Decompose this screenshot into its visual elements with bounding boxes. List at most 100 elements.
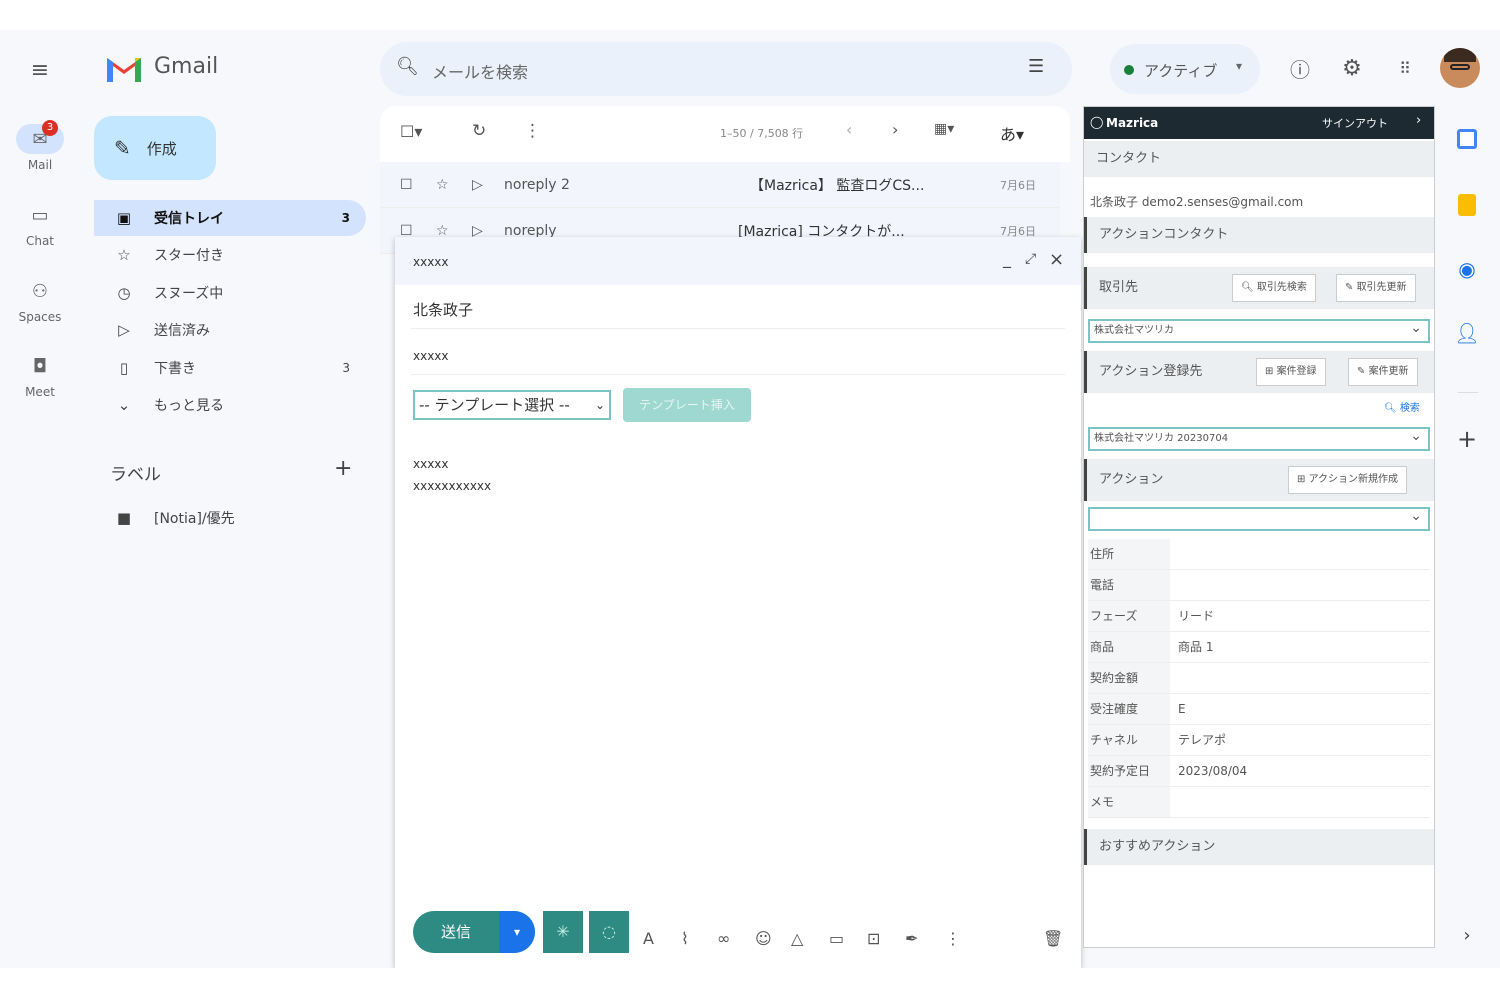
mazrica-logo-icon: ◯ [1090,115,1104,129]
signature-icon[interactable]: ✒ [905,929,918,948]
attach-icon[interactable]: ⌇ [681,929,689,948]
rail-meet[interactable]: ◘ Meet [0,351,80,400]
trash-icon[interactable]: 🗑︎ [1043,929,1063,948]
nav-sent[interactable]: ▷ 送信済み [94,312,366,348]
field-label: 住所 [1088,539,1170,569]
avatar[interactable] [1440,48,1480,88]
split-pane-icon[interactable]: ▦▾ [934,121,954,137]
nav-inbox[interactable]: ▣ 受信トレイ 3 [94,200,366,236]
compose-button[interactable]: ✎ 作成 [94,116,216,180]
image-icon[interactable]: ▭ [829,929,844,948]
next-page-icon[interactable]: › [892,120,898,139]
menu-icon[interactable]: ≡ [24,54,56,86]
deal-update-button[interactable]: ✎ 案件更新 [1348,358,1418,386]
rail-chat[interactable]: ▭ Chat [0,200,80,249]
field-row[interactable]: 契約金額 [1088,663,1430,694]
mazrica-icon[interactable]: ✳ [543,911,583,953]
nav-label: 受信トレイ [154,211,224,227]
emoji-icon[interactable]: ☺ [755,929,772,948]
email-sender: noreply 2 [504,176,570,193]
search-icon[interactable]: 🔍︎ [396,56,419,77]
compose-body[interactable]: xxxxx xxxxxxxxxxx [413,453,491,497]
keep-icon[interactable] [1450,188,1484,222]
calendar-icon[interactable] [1450,122,1484,156]
field-row[interactable]: 商品 商品 1 [1088,632,1430,663]
refresh-icon[interactable]: ↻ [472,121,486,141]
important-icon[interactable]: ▷ [472,177,483,193]
chevron-right-icon[interactable]: › [1416,113,1421,128]
search-bar[interactable]: 🔍︎ メールを検索 ☰ [380,42,1072,96]
add-app-icon[interactable]: + [1450,422,1484,456]
pager: 1–50 / 7,508 行 [720,127,804,140]
apps-grid-icon[interactable]: ⠿ [1388,52,1420,84]
contacts-icon[interactable]: 👤︎ [1450,316,1484,350]
text-format-icon[interactable]: A [643,929,654,948]
gear-icon[interactable]: ⚙ [1336,52,1368,84]
help-icon[interactable]: ⓘ [1284,52,1316,84]
rail-label: Mail [27,158,53,172]
meet-icon: ◘ [32,355,48,377]
field-row[interactable]: 電話 [1088,570,1430,601]
field-value: E [1178,702,1186,716]
client-select[interactable]: 株式会社マツリカ [1088,318,1430,343]
more-options-icon[interactable]: ⋮ [945,929,961,948]
send-button[interactable]: 送信 [413,911,499,953]
select-checkbox[interactable]: ☐▾ [400,122,422,141]
prev-page-icon[interactable]: ‹ [846,120,852,139]
tasks-icon[interactable]: ◉ [1450,252,1484,286]
deal-new-button[interactable]: ⊞ 案件登録 [1256,358,1326,386]
nav-drafts[interactable]: ▯ 下書き 3 [94,350,366,386]
filter-icon[interactable]: ☰ [1028,56,1044,77]
field-label: 受注確度 [1088,694,1170,724]
label-item[interactable]: ■ [Notia]/優先 [94,500,366,536]
template-insert-button[interactable]: テンプレート挿入 [623,388,751,422]
send-options-icon[interactable]: ▾ [499,911,535,953]
field-value: 2023/08/04 [1178,764,1248,778]
row-checkbox[interactable]: ☐ [400,177,413,193]
field-row[interactable]: フェーズ リード [1088,601,1430,632]
field-row[interactable]: 受注確度 E [1088,694,1430,725]
pencil-icon: ✎ [114,136,131,160]
chevron-right-icon[interactable]: › [1450,918,1484,952]
close-icon[interactable]: × [1049,249,1064,270]
input-tools-button[interactable]: あ▾ [1000,121,1024,145]
rail-spaces[interactable]: ⚇ Spaces [0,276,80,325]
minimize-icon[interactable]: _ [1003,249,1011,268]
chat-icon: ▭ [31,204,49,226]
dest-label: アクション登録先 [1099,364,1203,379]
field-row[interactable]: チャネル テレアポ [1088,725,1430,756]
search-link[interactable]: 🔍︎ 検索 [1384,399,1420,414]
send-button-group: 送信 ▾ [413,911,535,953]
nav-starred[interactable]: ☆ スター付き [94,237,366,273]
lock-icon[interactable]: ⊡ [867,929,880,948]
field-row[interactable]: メモ [1088,787,1430,818]
client-update-button[interactable]: ✎ 取引先更新 [1336,274,1416,302]
star-icon[interactable]: ☆ [436,177,449,193]
client-search-button[interactable]: 🔍︎ 取引先検索 [1232,274,1316,302]
email-row[interactable]: ☐ ☆ ▷ noreply 2 【Mazrica】 監査ログCS... 7月6日 [380,162,1060,208]
action-new-button[interactable]: ⊞ アクション新規作成 [1288,466,1408,494]
search-input[interactable]: メールを検索 [432,59,528,83]
template-select[interactable]: -- テンプレート選択 -- ⌄ [413,390,611,420]
dest-select[interactable]: 株式会社マツリカ 20230704 [1088,426,1430,451]
draft-icon: ▯ [119,359,129,377]
status-selector[interactable]: アクティブ ▾ [1110,44,1260,94]
link-icon[interactable]: ∞ [717,929,730,948]
drive-icon[interactable]: △ [791,929,803,948]
field-value: リード [1178,609,1215,623]
to-field[interactable]: 北条政子 [411,285,1065,329]
mazrica-sync-icon[interactable]: ◌ [589,911,629,953]
signout-link[interactable]: サインアウト [1322,115,1388,131]
recipient-chip[interactable]: 北条政子 [413,299,473,320]
compose-header: xxxxx _ ⤢ × [395,237,1081,285]
rail-mail[interactable]: ✉ 3 Mail [0,120,80,172]
action-select[interactable] [1088,506,1430,531]
field-row[interactable]: 住所 [1088,539,1430,570]
add-label-icon[interactable]: + [334,456,352,481]
more-vert-icon[interactable]: ⋮ [524,121,541,141]
subject-field[interactable]: xxxxx [411,329,1065,375]
nav-more[interactable]: ⌄ もっと見る [94,387,366,423]
nav-snoozed[interactable]: ◷ スヌーズ中 [94,275,366,311]
expand-icon[interactable]: ⤢ [1025,251,1036,267]
field-row[interactable]: 契約予定日 2023/08/04 [1088,756,1430,787]
